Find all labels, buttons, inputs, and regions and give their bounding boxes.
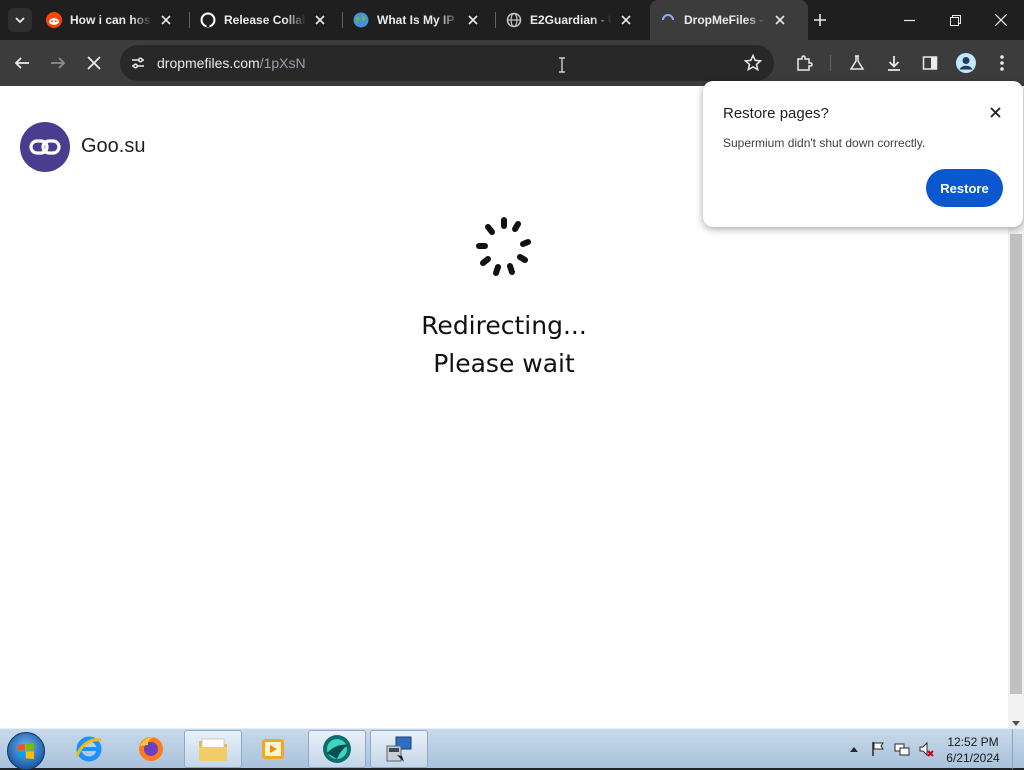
bubble-close-button[interactable]	[986, 103, 1004, 121]
tab-strip: How i can host Release Collab What Is My…	[0, 0, 1024, 40]
loading-spinner	[476, 217, 531, 276]
url-path: /1pXsN	[259, 55, 306, 71]
new-tab-button[interactable]	[808, 8, 832, 32]
flask-icon	[849, 55, 865, 70]
tab-e2guardian[interactable]: E2Guardian - U	[506, 6, 634, 34]
clock-date: 6/21/2024	[946, 751, 1000, 765]
internet-explorer-icon	[75, 736, 102, 762]
back-button[interactable]	[6, 47, 38, 79]
firefox-icon	[139, 737, 163, 761]
redirect-message: Redirecting...	[421, 311, 587, 340]
restore-button[interactable]: Restore	[926, 169, 1003, 207]
tab-title: DropMeFiles -	[684, 13, 764, 27]
network-icon	[894, 743, 910, 756]
puzzle-icon	[797, 55, 813, 71]
scrollbar-thumb[interactable]	[1010, 234, 1022, 694]
arrow-right-icon	[51, 57, 66, 69]
restore-window-button[interactable]	[932, 0, 978, 40]
close-window-button[interactable]	[978, 0, 1024, 40]
close-tab-icon[interactable]	[158, 12, 174, 28]
bookmark-star-icon[interactable]	[744, 54, 762, 72]
stop-icon	[87, 56, 101, 70]
volume-muted-icon	[919, 741, 934, 757]
restore-window-icon	[949, 14, 961, 26]
tab-title: What Is My IP	[377, 13, 455, 27]
globe-outline-icon	[506, 12, 522, 28]
labs-button[interactable]	[841, 47, 873, 79]
wait-message: Please wait	[433, 349, 575, 378]
taskbar-clock[interactable]: 12:52 PM 6/21/2024	[940, 734, 1006, 766]
action-center-tray-icon[interactable]	[868, 739, 888, 759]
kebab-menu-icon	[1000, 55, 1004, 71]
flag-icon	[872, 742, 884, 756]
restore-pages-bubble: Restore pages? Supermium didn't shut dow…	[703, 81, 1023, 227]
close-tab-icon[interactable]	[465, 12, 481, 28]
download-icon	[888, 56, 900, 71]
media-player-icon	[262, 739, 284, 759]
scroll-down-arrow-icon[interactable]	[1012, 721, 1020, 726]
bubble-text: Supermium didn't shut down correctly.	[723, 136, 926, 150]
clock-time: 12:52 PM	[947, 735, 999, 749]
globe-icon	[353, 12, 369, 28]
downloads-button[interactable]	[878, 47, 910, 79]
close-tab-icon[interactable]	[618, 12, 634, 28]
tab-title: How i can host	[70, 13, 152, 27]
show-desktop-button[interactable]	[1012, 729, 1024, 769]
plus-icon	[814, 14, 826, 26]
forward-button[interactable]	[42, 47, 74, 79]
menu-button[interactable]	[986, 47, 1018, 79]
volume-tray-icon[interactable]	[916, 739, 936, 759]
tab-dropmefiles[interactable]: DropMeFiles -	[650, 0, 808, 40]
address-bar[interactable]: dropmefiles.com/1pXsN	[120, 45, 774, 81]
reddit-icon	[46, 12, 62, 28]
windows-taskbar: 12:52 PM 6/21/2024	[0, 728, 1024, 770]
url-domain: dropmefiles.com	[157, 55, 260, 71]
browser-toolbar: dropmefiles.com/1pXsN	[0, 40, 1024, 86]
side-panel-icon	[922, 56, 938, 70]
minimize-button[interactable]	[886, 0, 932, 40]
brand-name[interactable]: Goo.su	[81, 135, 145, 158]
site-settings-icon[interactable]	[130, 55, 146, 71]
taskbar-internet-explorer[interactable]	[60, 730, 118, 768]
url-text: dropmefiles.com/1pXsN	[157, 55, 306, 71]
brand-logo[interactable]	[20, 122, 70, 172]
github-icon	[200, 12, 216, 28]
network-computer-icon	[386, 736, 412, 762]
extensions-button[interactable]	[788, 47, 820, 79]
windows-logo-icon	[18, 742, 34, 760]
taskbar-firefox[interactable]	[122, 730, 180, 768]
tab-title: Release Collab	[224, 13, 306, 27]
close-tab-icon[interactable]	[772, 12, 788, 28]
close-icon	[995, 14, 1007, 26]
tab-how-i-can-host[interactable]: How i can host	[46, 6, 174, 34]
side-panel-button[interactable]	[914, 47, 946, 79]
taskbar-file-explorer[interactable]	[184, 730, 242, 768]
network-tray-icon[interactable]	[892, 739, 912, 759]
taskbar-network-app[interactable]	[370, 730, 428, 768]
profile-button[interactable]	[950, 47, 982, 79]
stop-loading-button[interactable]	[78, 47, 110, 79]
close-tab-icon[interactable]	[312, 12, 328, 28]
taskbar-media-player[interactable]	[244, 730, 302, 768]
chevron-down-icon	[15, 17, 25, 24]
folder-icon	[199, 738, 227, 761]
tab-search-button[interactable]	[8, 8, 32, 32]
link-chain-icon	[29, 139, 61, 155]
tab-title: E2Guardian - U	[530, 13, 612, 27]
minimize-icon	[903, 19, 915, 21]
loading-icon	[662, 14, 674, 21]
taskbar-supermium-browser[interactable]	[308, 730, 366, 768]
text-cursor-icon	[559, 57, 565, 73]
tab-release-collab[interactable]: Release Collab	[200, 6, 328, 34]
tab-what-is-my-ip[interactable]: What Is My IP	[353, 6, 481, 34]
start-button[interactable]	[7, 732, 45, 770]
close-icon	[989, 106, 1001, 118]
avatar-icon	[956, 53, 976, 73]
supermium-icon	[323, 735, 351, 763]
chevron-up-icon	[850, 747, 858, 752]
arrow-left-icon	[14, 57, 29, 69]
bubble-title: Restore pages?	[723, 105, 829, 122]
system-tray	[844, 729, 940, 769]
show-hidden-icons-button[interactable]	[844, 739, 864, 759]
